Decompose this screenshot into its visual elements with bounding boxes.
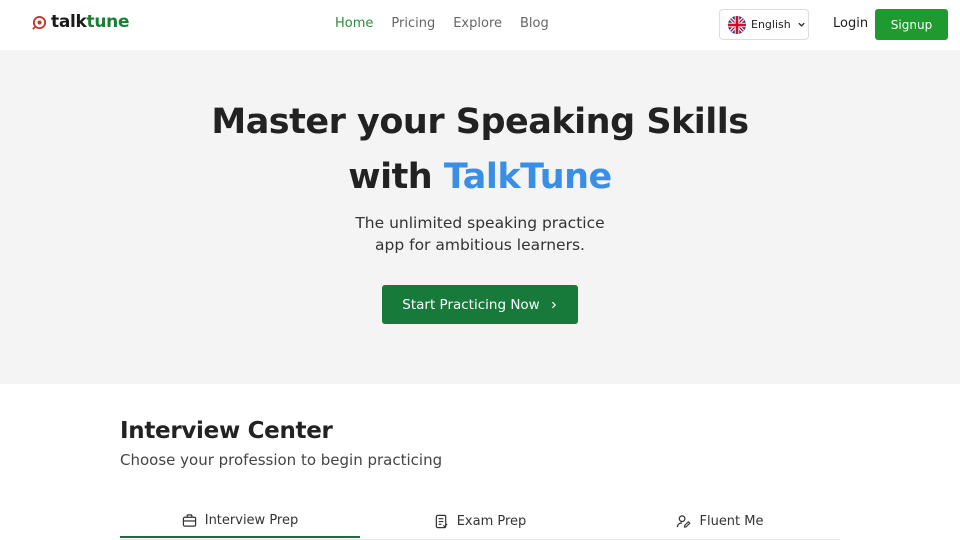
nav-item-explore[interactable]: Explore — [453, 16, 502, 31]
logo-text-talk: talk — [51, 12, 87, 32]
top-header: talktune Home Pricing Explore Blog Engli… — [0, 0, 960, 50]
tab-interview-prep-label: Interview Prep — [204, 513, 299, 528]
interview-center-subtitle: Choose your profession to begin practici… — [120, 451, 443, 469]
nav-item-blog[interactable]: Blog — [520, 16, 549, 31]
document-icon — [435, 514, 448, 529]
hero-title-line1: Master your Speaking Skills — [211, 102, 749, 142]
logo-icon — [32, 15, 47, 30]
login-link[interactable]: Login — [833, 16, 868, 31]
brand-logo[interactable]: talktune — [32, 12, 130, 32]
hero-title-prefix: with — [348, 157, 433, 197]
signup-button[interactable]: Signup — [875, 9, 948, 40]
tab-interview-prep[interactable]: Interview Prep — [120, 505, 360, 538]
user-edit-icon — [677, 515, 692, 528]
tab-fluent-me-label: Fluent Me — [699, 514, 764, 529]
language-label: English — [751, 18, 791, 31]
hero-title: Master your Speaking Skills with TalkTun… — [0, 95, 960, 205]
hero-subtitle: The unlimited speaking practice app for … — [0, 212, 960, 256]
uk-flag-icon — [728, 15, 746, 34]
hero-title-accent: TalkTune — [443, 157, 612, 197]
main-nav: Home Pricing Explore Blog — [335, 16, 549, 31]
briefcase-icon — [182, 514, 196, 527]
tab-fluent-me[interactable]: Fluent Me — [600, 505, 840, 538]
category-tabs: Interview Prep Exam Prep Fluent Me — [120, 505, 840, 540]
hero-subtitle-line1: The unlimited speaking practice — [355, 214, 605, 232]
logo-text-tune: tune — [86, 12, 130, 32]
interview-center-title: Interview Center — [120, 418, 333, 444]
chevron-down-icon — [798, 22, 805, 27]
tab-exam-prep-label: Exam Prep — [456, 514, 527, 529]
hero-section: Master your Speaking Skills with TalkTun… — [0, 50, 960, 384]
start-practicing-label: Start Practicing Now — [402, 296, 540, 313]
nav-item-home[interactable]: Home — [335, 16, 373, 31]
hero-subtitle-line2: app for ambitious learners. — [375, 236, 585, 254]
language-selector[interactable]: English — [719, 9, 809, 40]
chevron-right-icon — [551, 301, 556, 308]
start-practicing-button[interactable]: Start Practicing Now — [382, 285, 578, 324]
logo-text: talktune — [51, 12, 130, 32]
nav-item-pricing[interactable]: Pricing — [391, 16, 435, 31]
tab-exam-prep[interactable]: Exam Prep — [360, 505, 600, 538]
